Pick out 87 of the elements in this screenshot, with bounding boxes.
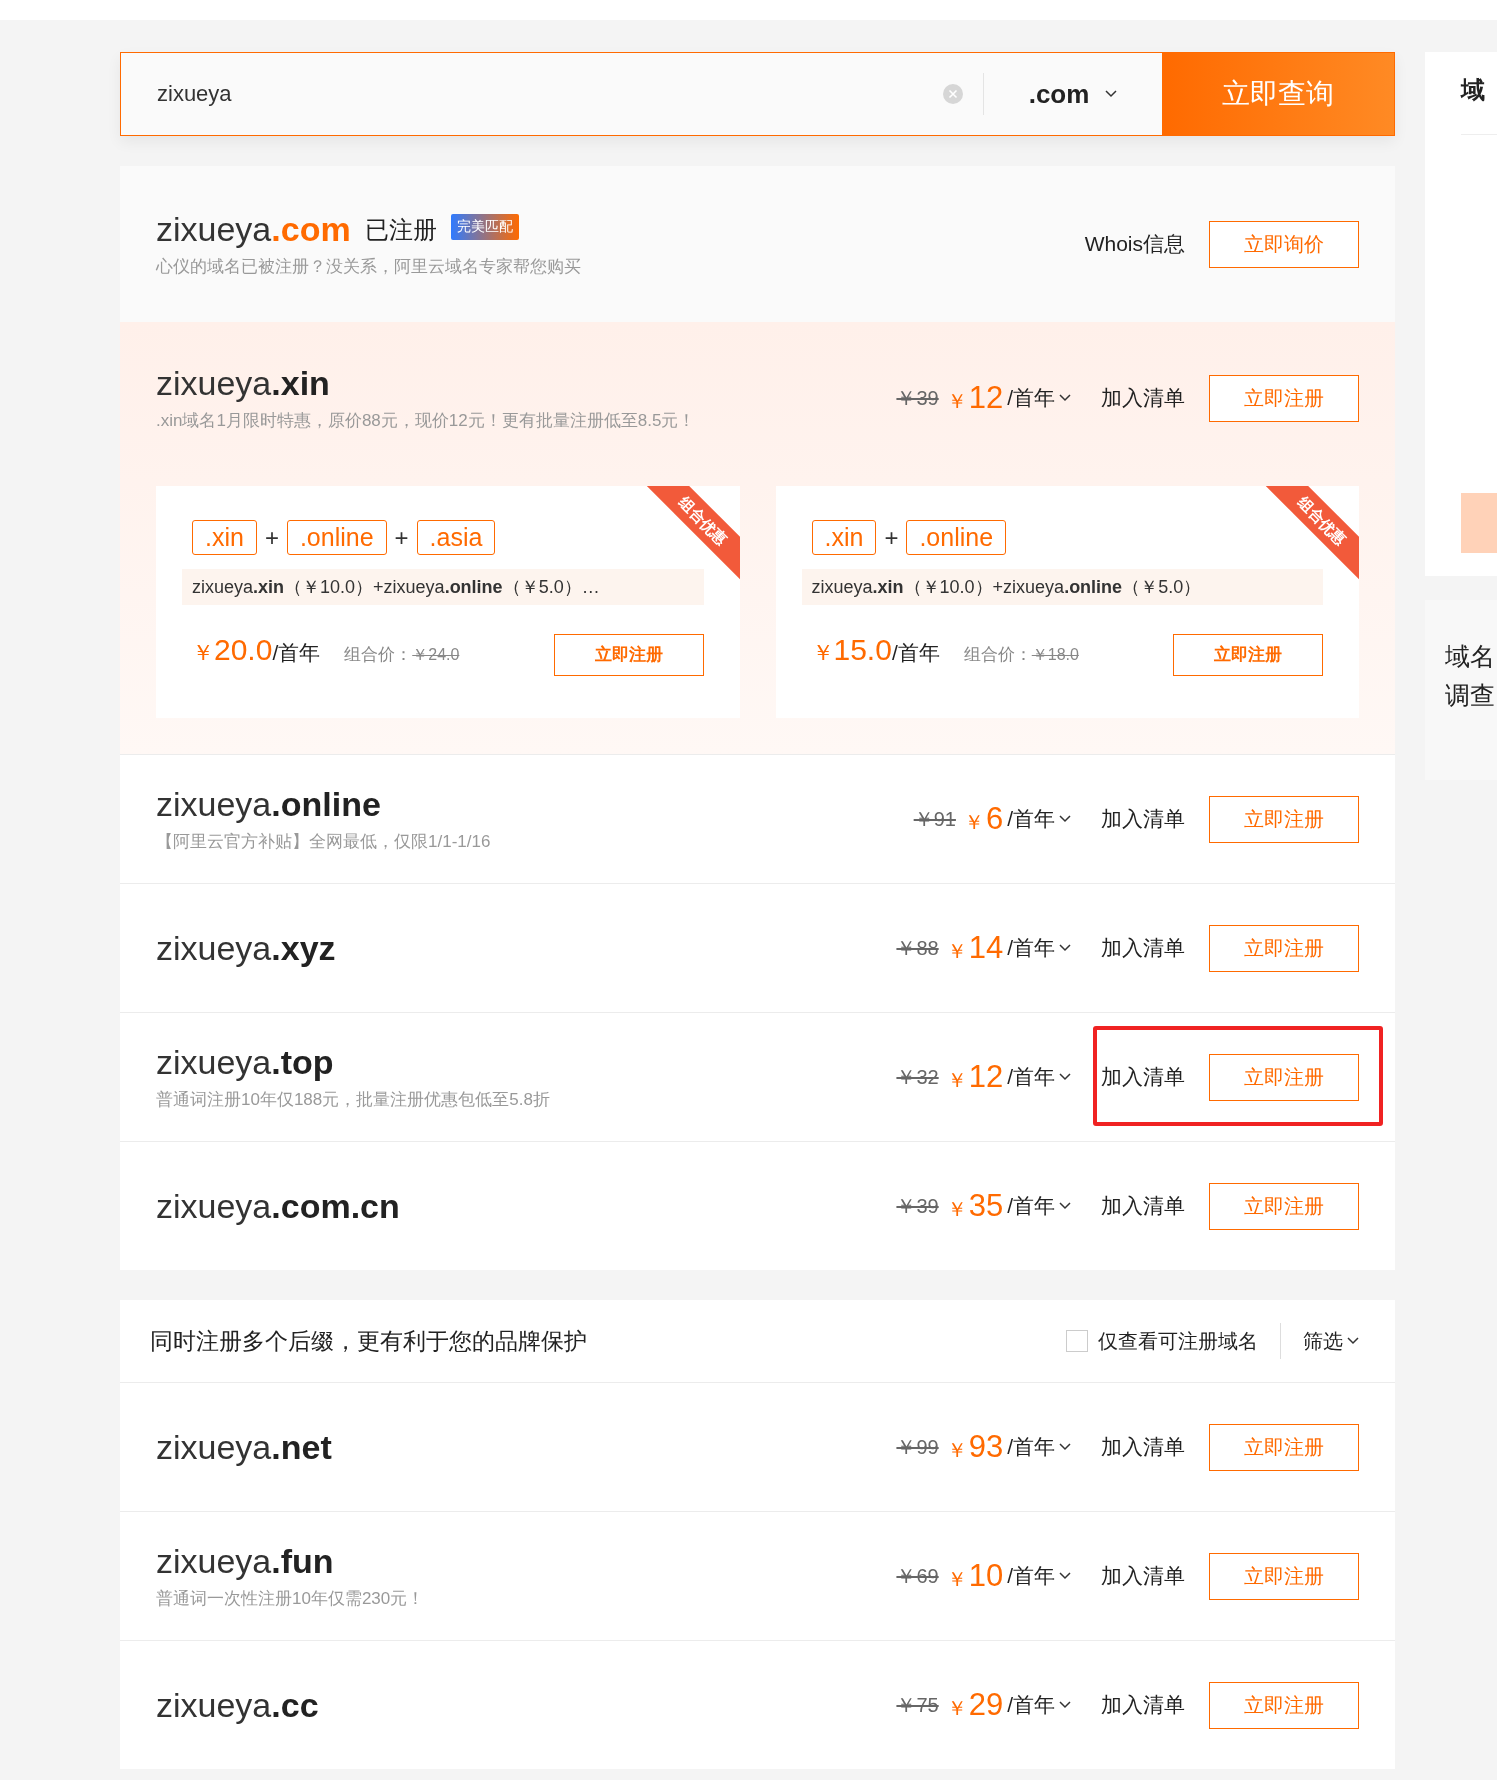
- price: ￥29: [946, 1687, 1004, 1723]
- status-label: 已注册: [364, 214, 437, 245]
- combo-price: ￥18.0: [1031, 645, 1079, 665]
- suffix-tag: .xin: [811, 520, 877, 555]
- chevron-down-icon: [1059, 815, 1071, 823]
- plus-sign: +: [264, 523, 279, 552]
- chevron-down-icon: [1059, 1073, 1071, 1081]
- price-period-selector[interactable]: /首年: [1007, 384, 1071, 412]
- panel-text: 调查: [1445, 680, 1496, 711]
- original-price: ￥39: [896, 1193, 939, 1219]
- price-period-selector[interactable]: /首年: [1007, 1192, 1071, 1220]
- add-to-list-link[interactable]: 加入清单: [1101, 805, 1185, 833]
- price-period-selector[interactable]: /首年: [1007, 1691, 1071, 1719]
- add-to-list-link[interactable]: 加入清单: [1101, 384, 1185, 412]
- bundle-price: ￥15.0: [811, 633, 892, 668]
- add-to-list-link[interactable]: 加入清单: [1101, 1192, 1185, 1220]
- chevron-down-icon: [1059, 1202, 1071, 1210]
- checkbox-label[interactable]: 仅查看可注册域名: [1098, 1327, 1258, 1355]
- combo-price: ￥24.0: [412, 645, 460, 665]
- price-period: /首年: [891, 641, 940, 666]
- add-to-list-link[interactable]: 加入清单: [1101, 1562, 1185, 1590]
- plus-sign: +: [394, 523, 409, 552]
- suffix-tag: .online: [906, 520, 1007, 555]
- chevron-down-icon: [1059, 394, 1071, 402]
- chevron-down-icon: [1059, 1572, 1071, 1580]
- domain-name: zixueya.online: [156, 785, 382, 824]
- clear-icon[interactable]: [943, 84, 963, 104]
- chevron-down-icon: [1059, 944, 1071, 952]
- price: ￥12: [946, 380, 1004, 416]
- suffix-selector[interactable]: .com: [984, 78, 1162, 110]
- price: ￥12: [946, 1059, 1004, 1095]
- combo-price-label: 组合价：: [963, 644, 1032, 666]
- domain-name: zixueya.fun: [156, 1542, 335, 1581]
- price: ￥93: [946, 1429, 1004, 1465]
- original-price: ￥69: [896, 1563, 939, 1589]
- price: ￥6: [963, 801, 1004, 837]
- bundle-summary: zixueya.xin（￥10.0）+zixueya.online（￥5.0）: [801, 569, 1323, 605]
- price-period-selector[interactable]: /首年: [1007, 934, 1071, 962]
- chevron-down-icon: [1105, 90, 1118, 98]
- price-period-selector[interactable]: /首年: [1007, 1063, 1071, 1091]
- match-badge: 完美匹配: [450, 214, 519, 240]
- price-period-selector[interactable]: /首年: [1007, 1433, 1071, 1461]
- domain-name: zixueya.top: [156, 1043, 335, 1082]
- price-period: /首年: [272, 641, 321, 666]
- domain-name: zixueya.com: [156, 210, 351, 249]
- combo-price-label: 组合价：: [344, 644, 413, 666]
- info-note: 心仪的域名已被注册？没关系，阿里云域名专家帮您购买: [156, 256, 581, 278]
- domain-name: zixueya.xin: [156, 364, 331, 403]
- promo-note: .xin域名1月限时特惠，原价88元，现价12元！更有批量注册低至8.5元！: [156, 410, 696, 432]
- panel-text: 域名: [1445, 641, 1496, 672]
- promo-note: 普通词注册10年仅188元，批量注册优惠包低至5.8折: [156, 1089, 550, 1111]
- chevron-down-icon: [1059, 1443, 1071, 1451]
- promo-note: 普通词一次性注册10年仅需230元！: [156, 1588, 425, 1610]
- original-price: ￥99: [896, 1434, 939, 1460]
- domain-name: zixueya.net: [156, 1427, 332, 1467]
- original-price: ￥32: [896, 1064, 939, 1090]
- suffix-tag: .xin: [192, 520, 257, 555]
- promo-block: [1461, 493, 1497, 553]
- original-price: ￥39: [896, 385, 939, 411]
- plus-sign: +: [884, 523, 899, 552]
- add-to-list-link[interactable]: 加入清单: [1101, 1433, 1185, 1461]
- section-title: 同时注册多个后缀，更有利于您的品牌保护: [150, 1326, 587, 1356]
- original-price: ￥75: [896, 1692, 939, 1718]
- filter-dropdown[interactable]: 筛选: [1303, 1327, 1359, 1355]
- domain-name: zixueya.xyz: [156, 928, 336, 968]
- add-to-list-link[interactable]: 加入清单: [1101, 934, 1185, 962]
- checkbox[interactable]: [1066, 1330, 1088, 1352]
- chevron-down-icon: [1347, 1337, 1359, 1345]
- domain-name: zixueya.cc: [156, 1685, 319, 1725]
- panel-title: 域: [1461, 74, 1497, 135]
- price: ￥14: [946, 930, 1004, 966]
- original-price: ￥88: [896, 935, 939, 961]
- bundle-summary: zixueya.xin（￥10.0）+zixueya.online（￥5.0）…: [182, 569, 704, 605]
- price: ￥35: [946, 1188, 1004, 1224]
- suffix-tag: .asia: [416, 520, 496, 555]
- chevron-down-icon: [1059, 1701, 1071, 1709]
- promo-note: 【阿里云官方补贴】全网最低，仅限1/1-1/16: [156, 831, 491, 853]
- add-to-list-link[interactable]: 加入清单: [1101, 1691, 1185, 1719]
- domain-name: zixueya.com.cn: [156, 1186, 400, 1226]
- bundle-price: ￥20.0: [192, 633, 273, 668]
- price-period-selector[interactable]: /首年: [1007, 1562, 1071, 1590]
- whois-link[interactable]: Whois信息: [1084, 230, 1185, 258]
- original-price: ￥91: [913, 806, 956, 832]
- price: ￥10: [946, 1558, 1004, 1594]
- price-period-selector[interactable]: /首年: [1007, 805, 1071, 833]
- suffix-tag: .online: [286, 520, 387, 555]
- add-to-list-link[interactable]: 加入清单: [1101, 1063, 1185, 1091]
